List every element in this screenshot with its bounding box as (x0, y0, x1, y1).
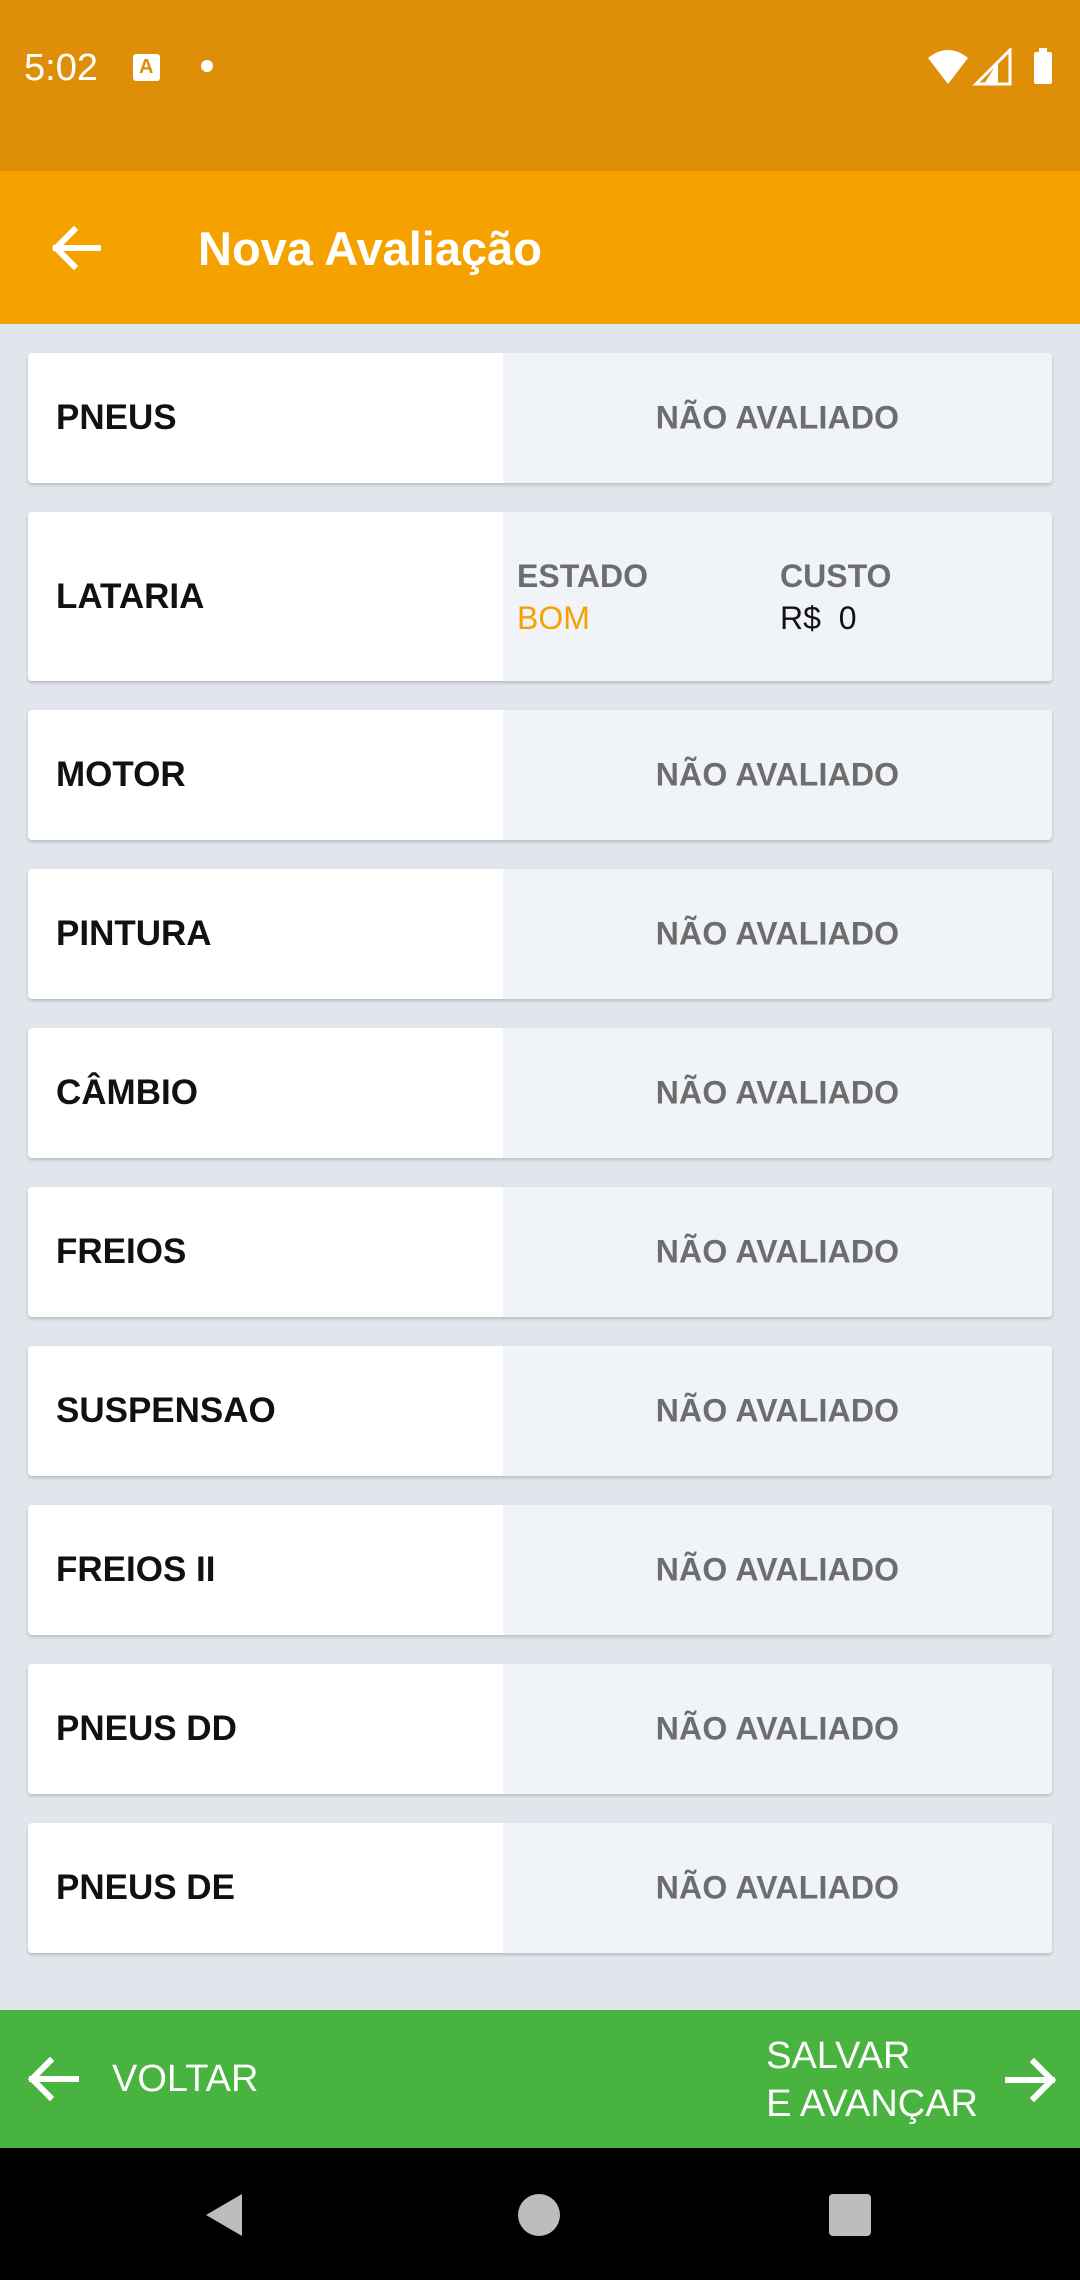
status-bar: 5:02 A (0, 0, 1080, 171)
item-label: PNEUS DD (56, 1709, 237, 1748)
salvar-line: SALVAR (766, 2035, 911, 2077)
nav-back-icon[interactable] (204, 2192, 244, 2238)
arrow-left-icon[interactable] (40, 211, 114, 285)
item-label: SUSPENSAO (56, 1391, 276, 1430)
list-item[interactable]: LATARIA ESTADO BOM CUSTO R$ 0 (28, 512, 1052, 681)
avancar-line: E AVANÇAR (766, 2083, 978, 2125)
item-status: NÃO AVALIADO (655, 1233, 900, 1270)
item-label: FREIOS II (56, 1550, 216, 1589)
item-status-panel: NÃO AVALIADO (503, 1664, 1052, 1794)
item-status: NÃO AVALIADO (655, 1710, 900, 1747)
list-item[interactable]: PNEUS NÃO AVALIADO (28, 353, 1052, 483)
salvar-avancar-button[interactable]: SALVAR E AVANÇAR (766, 2032, 1062, 2128)
system-nav-bar (0, 2148, 1080, 2280)
item-status: NÃO AVALIADO (655, 1074, 900, 1111)
bottom-action-bar: VOLTAR SALVAR E AVANÇAR (0, 2010, 1080, 2148)
status-icons (928, 48, 1052, 86)
custo-value: R$ 0 (780, 600, 857, 636)
item-label: PNEUS DE (56, 1868, 235, 1907)
item-status: NÃO AVALIADO (655, 1869, 900, 1906)
item-label: MOTOR (56, 755, 186, 794)
arrow-right-icon (1005, 2057, 1057, 2103)
item-status-panel: NÃO AVALIADO (503, 710, 1052, 840)
item-status-panel: NÃO AVALIADO (503, 1187, 1052, 1317)
item-status: NÃO AVALIADO (655, 1392, 900, 1429)
item-label: LATARIA (56, 576, 205, 616)
list-item[interactable]: FREIOS II NÃO AVALIADO (28, 1505, 1052, 1635)
item-status-panel: NÃO AVALIADO (503, 1823, 1052, 1953)
item-label: CÂMBIO (56, 1073, 198, 1112)
item-label: FREIOS (56, 1232, 187, 1271)
evaluation-list: PNEUS NÃO AVALIADO LATARIA ESTADO BOM CU… (28, 353, 1052, 1982)
arrow-left-icon (27, 2056, 79, 2102)
list-item[interactable]: PNEUS DD NÃO AVALIADO (28, 1664, 1052, 1794)
estado-column: ESTADO BOM (517, 556, 648, 640)
estado-label: ESTADO (517, 558, 648, 594)
item-status-panel: ESTADO BOM CUSTO R$ 0 (503, 512, 1052, 681)
item-status: NÃO AVALIADO (655, 756, 900, 793)
item-status-panel: NÃO AVALIADO (503, 1028, 1052, 1158)
app-bar: Nova Avaliação (0, 171, 1080, 324)
status-time: 5:02 (24, 47, 98, 89)
estado-value: BOM (517, 600, 590, 636)
custo-label: CUSTO (780, 558, 892, 594)
a-icon: A (133, 54, 160, 81)
item-status: NÃO AVALIADO (655, 915, 900, 952)
wifi-icon (928, 50, 968, 84)
item-status: NÃO AVALIADO (655, 1551, 900, 1588)
battery-icon (1034, 52, 1052, 84)
voltar-label: VOLTAR (112, 2057, 259, 2100)
item-status-panel: NÃO AVALIADO (503, 1346, 1052, 1476)
item-label: PNEUS (56, 398, 177, 437)
nav-home-icon[interactable] (518, 2194, 560, 2236)
item-status: NÃO AVALIADO (655, 399, 900, 436)
item-status-panel: NÃO AVALIADO (503, 1505, 1052, 1635)
list-item[interactable]: CÂMBIO NÃO AVALIADO (28, 1028, 1052, 1158)
item-label: PINTURA (56, 914, 212, 953)
list-item[interactable]: SUSPENSAO NÃO AVALIADO (28, 1346, 1052, 1476)
dot-icon (201, 60, 213, 72)
salvar-avancar-label: SALVAR E AVANÇAR (766, 2032, 978, 2128)
item-status-panel: NÃO AVALIADO (503, 353, 1052, 483)
list-item[interactable]: PNEUS DE NÃO AVALIADO (28, 1823, 1052, 1953)
list-item[interactable]: FREIOS NÃO AVALIADO (28, 1187, 1052, 1317)
voltar-button[interactable]: VOLTAR (22, 2034, 258, 2124)
list-item[interactable]: MOTOR NÃO AVALIADO (28, 710, 1052, 840)
nav-recents-icon[interactable] (829, 2194, 871, 2236)
item-status-panel: NÃO AVALIADO (503, 869, 1052, 999)
list-item[interactable]: PINTURA NÃO AVALIADO (28, 869, 1052, 999)
a-icon-letter: A (139, 56, 154, 78)
custo-column: CUSTO R$ 0 (780, 556, 891, 640)
page-title: Nova Avaliação (198, 222, 542, 275)
